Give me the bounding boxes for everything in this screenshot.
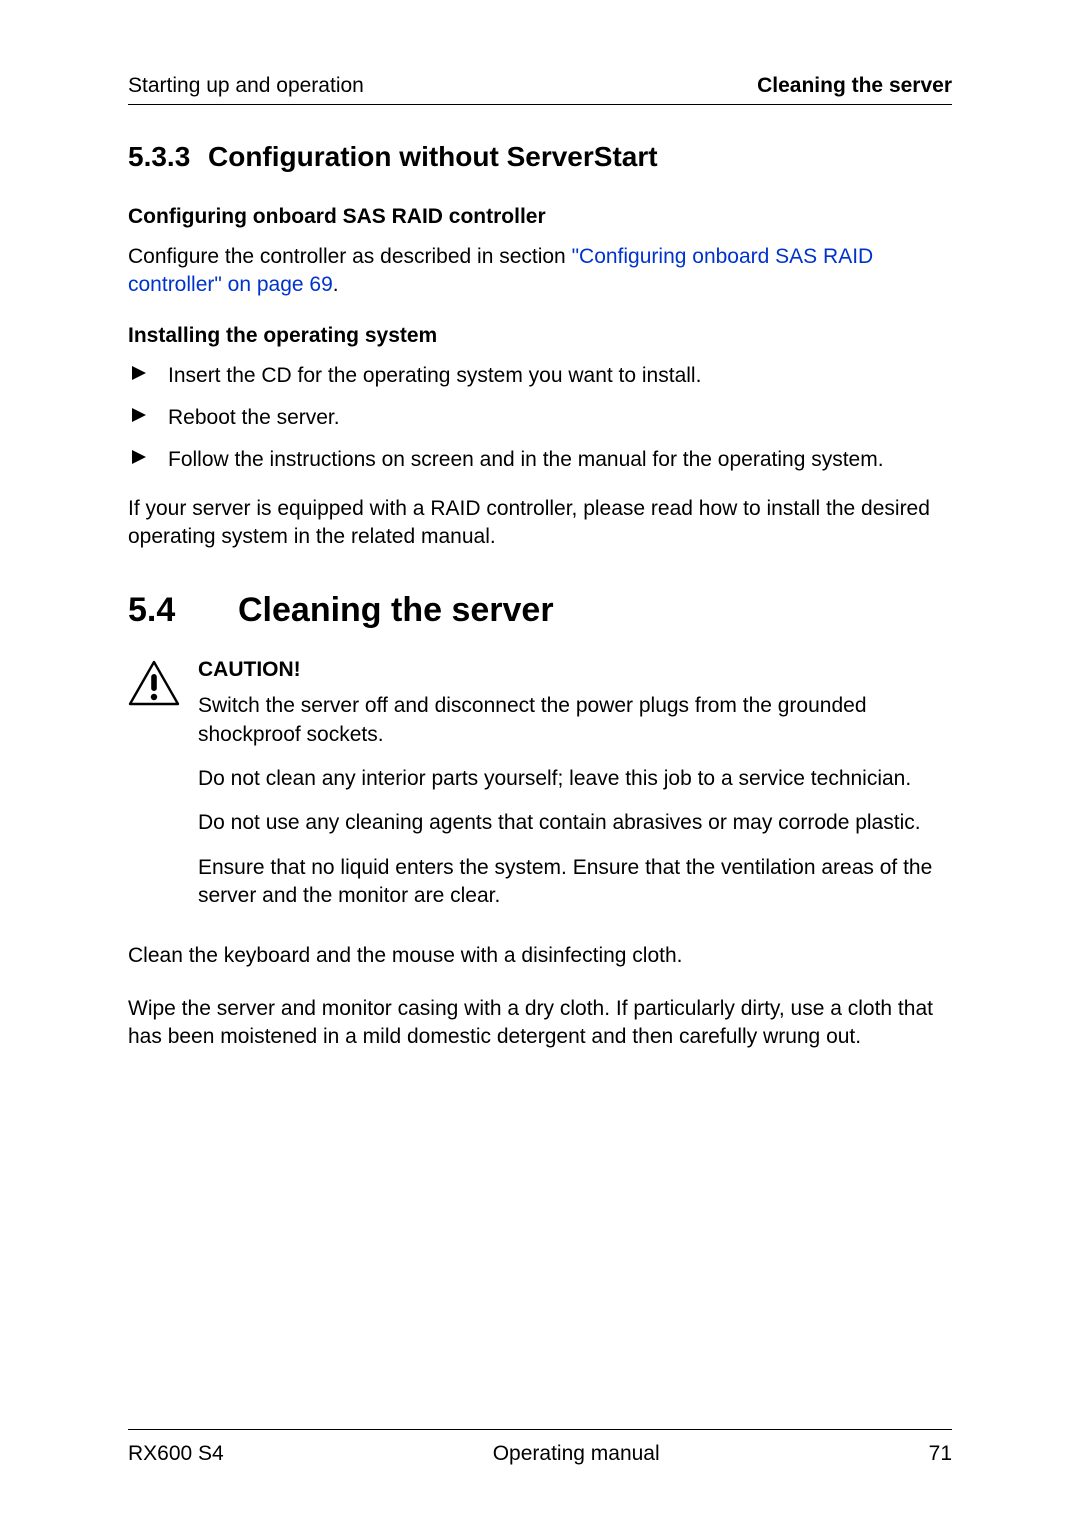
footer-center: Operating manual bbox=[493, 1442, 660, 1466]
footer-row: RX600 S4 Operating manual 71 bbox=[128, 1442, 952, 1466]
caution-paragraph: Switch the server off and disconnect the… bbox=[198, 692, 952, 749]
header-rule bbox=[128, 104, 952, 105]
text-sas-after: . bbox=[333, 273, 339, 296]
paragraph-clean-casing: Wipe the server and monitor casing with … bbox=[128, 995, 952, 1052]
paragraph-clean-kb: Clean the keyboard and the mouse with a … bbox=[128, 942, 952, 970]
list-item: Reboot the server. bbox=[128, 404, 952, 432]
caution-block: CAUTION! Switch the server off and disco… bbox=[128, 658, 952, 926]
footer-right: 71 bbox=[929, 1442, 952, 1466]
step-marker-icon bbox=[132, 408, 146, 422]
heading-text: Configuration without ServerStart bbox=[208, 141, 658, 172]
list-item: Insert the CD for the operating system y… bbox=[128, 362, 952, 390]
caution-icon bbox=[128, 658, 180, 926]
list-item: Follow the instructions on screen and in… bbox=[128, 446, 952, 474]
heading-text: Cleaning the server bbox=[238, 591, 554, 629]
paragraph-sas-intro: Configure the controller as described in… bbox=[128, 243, 952, 300]
step-text: Follow the instructions on screen and in… bbox=[168, 448, 884, 471]
page: Starting up and operation Cleaning the s… bbox=[0, 0, 1080, 1526]
caution-paragraph: Do not clean any interior parts yourself… bbox=[198, 765, 952, 793]
step-text: Reboot the server. bbox=[168, 406, 340, 429]
footer-left: RX600 S4 bbox=[128, 1442, 224, 1466]
running-header-right: Cleaning the server bbox=[757, 74, 952, 98]
heading-5-4: 5.4Cleaning the server bbox=[128, 591, 952, 630]
paragraph-raid-note: If your server is equipped with a RAID c… bbox=[128, 495, 952, 552]
caution-paragraph: Do not use any cleaning agents that cont… bbox=[198, 809, 952, 837]
footer-rule bbox=[128, 1429, 952, 1430]
heading-5-3-3: 5.3.3Configuration without ServerStart bbox=[128, 141, 952, 173]
heading-number: 5.3.3 bbox=[128, 141, 208, 173]
heading-number: 5.4 bbox=[128, 591, 238, 630]
caution-paragraph: Ensure that no liquid enters the system.… bbox=[198, 854, 952, 911]
subheading-sas: Configuring onboard SAS RAID controller bbox=[128, 205, 952, 229]
caution-body: CAUTION! Switch the server off and disco… bbox=[198, 658, 952, 926]
text-sas-intro: Configure the controller as described in… bbox=[128, 245, 572, 268]
caution-title: CAUTION! bbox=[198, 658, 952, 682]
install-steps-list: Insert the CD for the operating system y… bbox=[128, 362, 952, 475]
step-marker-icon bbox=[132, 366, 146, 380]
footer: RX600 S4 Operating manual 71 bbox=[128, 1429, 952, 1466]
running-header: Starting up and operation Cleaning the s… bbox=[128, 74, 952, 98]
step-marker-icon bbox=[132, 450, 146, 464]
subheading-install-os: Installing the operating system bbox=[128, 324, 952, 348]
running-header-left: Starting up and operation bbox=[128, 74, 364, 98]
step-text: Insert the CD for the operating system y… bbox=[168, 364, 701, 387]
